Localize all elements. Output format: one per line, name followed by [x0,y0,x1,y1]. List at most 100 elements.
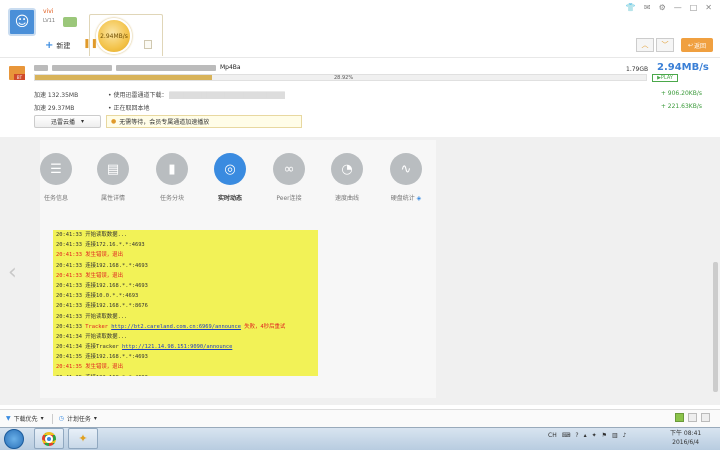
mode-label-1: 使用迅雷通道下载： [113,92,168,99]
settings-icon[interactable]: ⚙ [659,3,666,12]
document-icon[interactable] [144,40,152,49]
tab-realtime[interactable]: ◎ 实时动态 [205,153,255,202]
log-text: 连接10.0.*.*:4693 [85,293,139,300]
tracker-link[interactable]: http://121.14.98.151:9090/announce [122,344,232,350]
log-line: 20:41:35 连接192.168.*.*:4693 [56,352,315,362]
blurred-name-part [116,65,216,71]
log-line: 20:41:33 发生错误，退出 [56,271,315,281]
log-text: 连接192.168.*.*:4693 [85,282,148,289]
download-priority-label: 下载优先 [13,416,38,423]
compass-icon: ◎ [214,153,246,185]
tab-label: 属性详情 [100,195,125,202]
volume-icon[interactable]: ♪ [623,432,627,439]
message-icon[interactable]: ✉ [644,3,651,12]
taskbar-chrome[interactable] [34,428,64,449]
bullet-icon: ● [111,118,117,125]
speed-info-1: + 906.20KB/s [660,90,702,97]
play-button[interactable]: ▶ PLAY [652,74,678,82]
clock-date: 2016/6/4 [672,439,700,446]
chevron-left-icon[interactable]: ‹ [8,260,17,285]
chevron-up-icon[interactable]: ︿ [636,38,654,52]
new-task-button[interactable]: + 新建 [45,40,70,51]
log-line: 20:41:33 连接10.0.*.*:4693 [56,291,315,301]
scrollbar[interactable] [713,262,718,392]
thunder-tray-icon[interactable]: ✦ [592,432,597,439]
divider [51,413,53,424]
log-time: 20:41:33 [56,323,86,330]
maximize-icon[interactable]: □ [690,3,698,12]
user-avatar[interactable]: ☺ [8,8,36,36]
flag-icon[interactable]: ⚑ [602,432,607,439]
close-icon[interactable]: ✕ [705,3,712,12]
blurred-name-part [34,65,48,71]
window-controls: 👕 ✉ ⚙ — □ ✕ [626,3,712,12]
log-text: 连接172.16.*.*:4693 [85,242,145,249]
log-text: 开始读取数据... [85,313,128,320]
download-priority-button[interactable]: ▼ 下载优先 ▾ [6,414,44,423]
log-time: 20:41:35 [56,364,86,371]
file-name[interactable]: Mp4Ba [220,64,241,71]
back-label: 返回 [694,42,707,50]
pause-icon[interactable]: ❚❚ [83,39,98,49]
speed-info-2: + 221.63KB/s [660,103,702,110]
tracker-link[interactable]: http://bt2.careland.com.cn:6969/announce [111,324,241,330]
tab-task-info[interactable]: ☰ 任务信息 [31,153,81,202]
tab-speed-curve[interactable]: ◔ 速度曲线 [322,153,372,202]
expand-icon[interactable] [701,413,710,422]
keyboard-icon[interactable]: ⌨ [562,432,571,439]
file-size: 1.79GB [626,66,649,73]
username[interactable]: vivi [43,8,53,15]
start-button[interactable] [4,429,24,449]
log-line: 20:41:33 连接192.168.*.*:8676 [56,301,315,311]
back-button[interactable]: ↩ 返回 [681,38,713,52]
log-text: 连接192.168.*.*:4693 [85,262,148,269]
chevron-down-icon: ▾ [81,118,85,125]
chart-icon: ▮ [156,153,188,185]
log-line: 20:41:33 开始读取数据... [56,312,315,322]
tab-blocks[interactable]: ▮ 任务分块 [147,153,197,202]
minimize-icon[interactable]: — [674,3,682,12]
help-icon[interactable]: ? [575,432,578,439]
log-text: 开始读取数据... [85,333,128,340]
log-time: 20:41:35 [56,375,85,376]
mode-label-2: 正在取回本地 [113,105,150,112]
taskbar-thunder[interactable]: ✦ [68,428,98,449]
log-line: 20:41:35 发生错误，退出 [56,362,315,372]
log-text: 连接192.168.*.*:4693 [85,354,148,361]
log-time: 20:41:33 [56,252,86,259]
log-text: 发生错误，退出 [85,252,123,259]
mode-info-2: • 正在取回本地 [108,105,150,112]
vip-hint[interactable]: ● 无需等待，会员专属通道加速播放 [106,115,302,128]
back-icon: ↩ [687,41,693,49]
log-line: 20:41:33 连接192.168.*.*:4693 [56,261,315,271]
log-text: 连接Tracker [85,344,122,351]
log-text: Tracker [85,323,112,330]
log-line: 20:41:34 开始读取数据... [56,332,315,342]
log-text: 连接192.168.*.*:4693 [85,375,148,376]
log-line: 20:41:34 连接Tracker http://121.14.98.151:… [56,342,315,352]
ime-indicator[interactable]: CH [548,432,557,439]
tab-label: 硬盘统计 [390,195,415,202]
chevron-down-icon[interactable]: ﹀ [656,38,674,52]
cloud-play-button[interactable]: 迅雷云播 ▾ [34,115,101,128]
tab-disk-stats[interactable]: ∿ 硬盘统计 ◈ [381,153,431,202]
skin-icon[interactable]: 👕 [626,3,636,12]
stats-icon[interactable] [675,413,684,422]
tab-peer[interactable]: ∞ Peer连接 [264,153,314,202]
log-time: 20:41:33 [56,272,86,279]
log-text: 连接192.168.*.*:8676 [85,303,148,310]
status-bar: ▼ 下载优先 ▾ ◷ 计划任务 ▾ [0,409,720,427]
thunder-icon: ✦ [78,432,88,445]
scheduled-task-button[interactable]: ◷ 计划任务 ▾ [59,414,97,423]
bt-tag-icon: BT [14,74,25,80]
tab-properties[interactable]: ▤ 属性详情 [88,153,138,202]
log-time: 20:41:33 [56,262,86,269]
list-icon[interactable] [688,413,697,422]
network-icon[interactable]: ▥ [612,432,618,439]
log-line: 20:41:33 开始读取数据... [56,230,315,240]
clock[interactable]: 下午 08:41 2016/6/4 [670,429,701,447]
new-task-label: 新建 [56,41,71,50]
tray-up-icon[interactable]: ▴ [584,432,587,439]
download-speed: 2.94MB/s [657,62,709,73]
play-label: PLAY [660,75,673,81]
